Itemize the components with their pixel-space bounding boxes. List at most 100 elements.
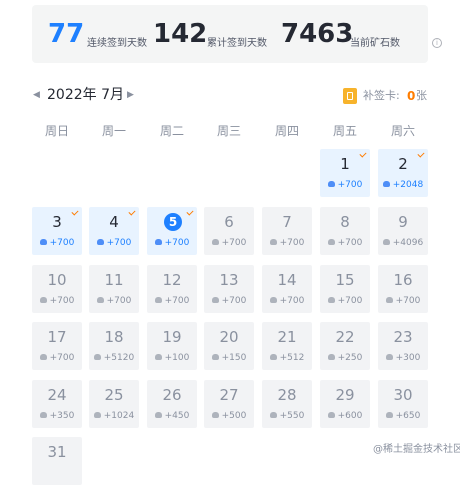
calendar-day[interactable]: 3 +700 (32, 207, 82, 255)
ore-icon (154, 412, 162, 418)
calendar-day[interactable]: 11 +700 (89, 265, 139, 313)
ore-icon (385, 354, 393, 360)
day-reward: +650 (378, 410, 428, 422)
calendar-day[interactable]: 13 +700 (204, 265, 254, 313)
day-reward: +300 (378, 352, 428, 364)
calendar-day[interactable]: 29 +600 (320, 380, 370, 428)
calendar-day[interactable]: 4 +700 (89, 207, 139, 255)
stats-panel: 77 连续签到天数 142 累计签到天数 7463 当前矿石数 i (32, 5, 442, 63)
ore-icon (269, 354, 277, 360)
weekday-label: 周四 (274, 124, 299, 138)
calendar-day[interactable]: 27 +500 (204, 380, 254, 428)
calendar-day[interactable]: 15 +700 (320, 265, 370, 313)
calendar-day[interactable]: 1 +700 (320, 149, 370, 197)
day-number: 21 (277, 328, 297, 346)
day-reward: +150 (204, 352, 254, 364)
ore-icon (96, 297, 104, 303)
calendar-day[interactable]: 24 +350 (32, 380, 82, 428)
reward-amount: +500 (221, 411, 247, 421)
reward-amount: +700 (49, 296, 75, 306)
day-number: 14 (277, 271, 297, 289)
calendar-day[interactable]: 9 +4096 (378, 207, 428, 255)
day-number: 20 (219, 328, 239, 346)
calendar-day[interactable]: 14 +700 (262, 265, 312, 313)
consecutive-days-value: 77 (48, 19, 85, 49)
calendar-day[interactable]: 6 +700 (204, 207, 254, 255)
calendar-day[interactable]: 30 +650 (378, 380, 428, 428)
day-number: 18 (104, 328, 124, 346)
total-days-value: 142 (153, 19, 208, 49)
calendar-day[interactable]: 17 +700 (32, 322, 82, 370)
chevron-right-icon[interactable]: ▶ (127, 88, 134, 102)
ore-icon (211, 412, 219, 418)
reward-amount: +700 (337, 238, 363, 248)
chevron-left-icon[interactable]: ◀ (33, 88, 40, 102)
day-reward: +700 (320, 237, 370, 249)
calendar-day[interactable]: 19 +100 (147, 322, 197, 370)
signed-check-icon (186, 208, 194, 216)
ore-count-value: 7463 (281, 19, 354, 49)
day-number: 10 (47, 271, 67, 289)
day-number: 13 (219, 271, 239, 289)
calendar-day[interactable]: 2 +2048 (378, 149, 428, 197)
calendar-day[interactable]: 22 +250 (320, 322, 370, 370)
calendar-day[interactable]: 28 +550 (262, 380, 312, 428)
day-number: 7 (282, 213, 292, 231)
day-reward: +512 (262, 352, 312, 364)
reward-amount: +700 (221, 238, 247, 248)
day-number: 28 (277, 386, 297, 404)
reward-amount: +700 (164, 238, 190, 248)
calendar-day[interactable]: 20 +150 (204, 322, 254, 370)
info-icon[interactable]: i (432, 38, 442, 48)
day-reward: +700 (147, 237, 197, 249)
ore-icon (327, 354, 335, 360)
calendar-day[interactable]: 5 +700 (147, 207, 197, 255)
day-reward: +550 (262, 410, 312, 422)
reward-amount: +550 (279, 411, 305, 421)
reward-amount: +600 (337, 411, 363, 421)
reward-amount: +5120 (103, 353, 135, 363)
calendar-day[interactable]: 12 +700 (147, 265, 197, 313)
weekday-label: 周日 (44, 124, 69, 138)
calendar-day[interactable]: 8 +700 (320, 207, 370, 255)
day-reward: +500 (204, 410, 254, 422)
calendar-day[interactable]: 7 +700 (262, 207, 312, 255)
ore-icon (385, 412, 393, 418)
ore-icon (327, 239, 335, 245)
ore-icon (93, 412, 101, 418)
ore-icon (211, 239, 219, 245)
reward-amount: +700 (337, 180, 363, 190)
ore-icon (327, 181, 335, 187)
total-days-label: 累计签到天数 (207, 38, 267, 49)
day-number: 23 (393, 328, 413, 346)
day-reward: +700 (378, 295, 428, 307)
reward-amount: +150 (221, 353, 247, 363)
calendar-day[interactable]: 18 +5120 (89, 322, 139, 370)
day-reward: +700 (147, 295, 197, 307)
weekday-label: 周三 (216, 124, 241, 138)
ore-icon (154, 297, 162, 303)
day-reward: +700 (89, 295, 139, 307)
calendar-day[interactable]: 26 +450 (147, 380, 197, 428)
day-reward: +450 (147, 410, 197, 422)
reward-amount: +700 (337, 296, 363, 306)
weekday-label: 周二 (159, 124, 184, 138)
day-reward: +5120 (89, 352, 139, 364)
calendar-day[interactable]: 21 +512 (262, 322, 312, 370)
ore-count-label: 当前矿石数 (350, 38, 400, 49)
reward-amount: +4096 (392, 238, 424, 248)
day-reward: +600 (320, 410, 370, 422)
ore-icon (154, 239, 162, 245)
reward-amount: +700 (164, 296, 190, 306)
ore-icon (327, 297, 335, 303)
day-number: 17 (47, 328, 67, 346)
calendar-day[interactable]: 10 +700 (32, 265, 82, 313)
day-number: 11 (104, 271, 124, 289)
calendar-day[interactable]: 25 +1024 (89, 380, 139, 428)
calendar-day[interactable]: 23 +300 (378, 322, 428, 370)
ore-icon (93, 354, 101, 360)
calendar-day[interactable]: 16 +700 (378, 265, 428, 313)
calendar-day[interactable]: 31 (32, 437, 82, 485)
day-reward: +700 (204, 237, 254, 249)
ore-icon (39, 354, 47, 360)
